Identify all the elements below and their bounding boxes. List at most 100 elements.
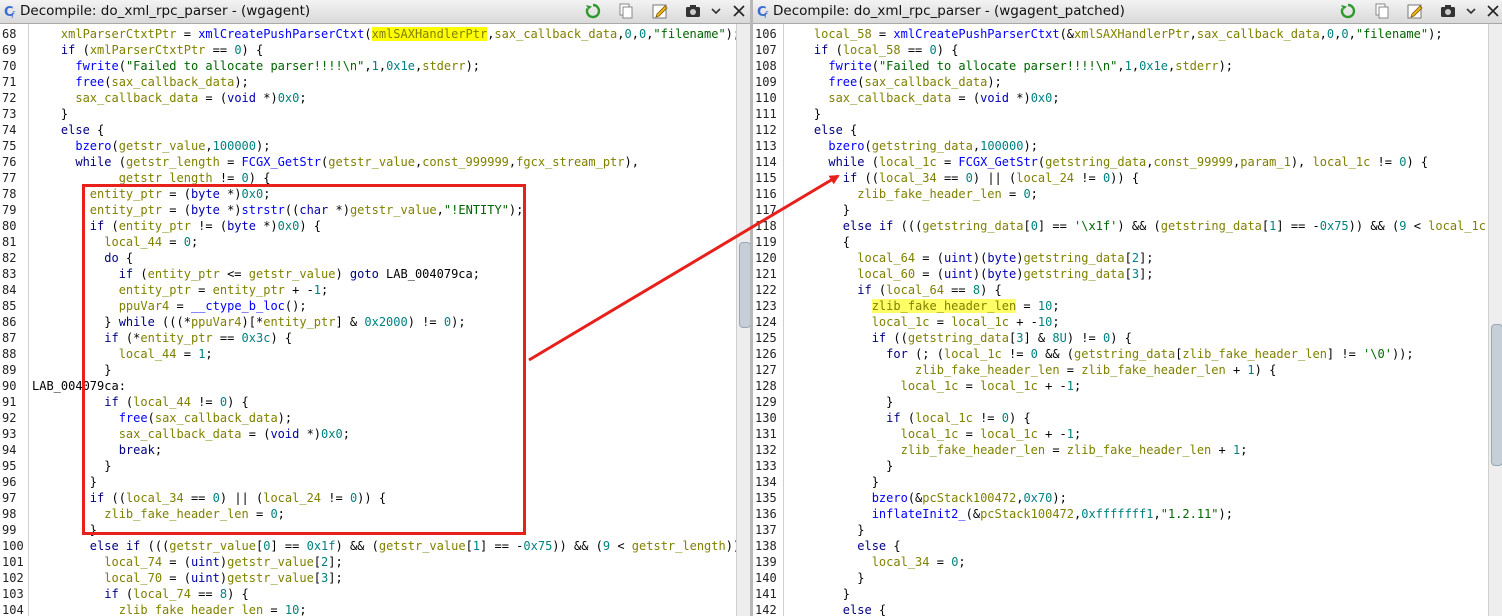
- line-number: 79: [2, 203, 17, 217]
- line-number: 126: [755, 347, 777, 361]
- line-number: 96: [2, 475, 17, 489]
- line-number: 117: [755, 203, 777, 217]
- line-number: 104: [2, 603, 24, 616]
- line-number: 128: [755, 379, 777, 393]
- code-line[interactable]: }: [785, 458, 893, 474]
- code-line[interactable]: if (local_58 == 0) {: [785, 42, 959, 58]
- code-line[interactable]: else if (((getstring_data[0] == '\x1f') …: [785, 218, 1501, 234]
- code-line[interactable]: fwrite("Failed to allocate parser!!!!\n"…: [32, 58, 480, 74]
- line-number: 139: [755, 555, 777, 569]
- code-line[interactable]: }: [785, 106, 821, 122]
- code-line[interactable]: {: [785, 234, 850, 250]
- close-icon[interactable]: [1484, 2, 1502, 20]
- refresh-icon[interactable]: [1339, 2, 1357, 20]
- code-line[interactable]: }: [32, 106, 68, 122]
- code-line[interactable]: local_1c = local_1c + -1;: [785, 426, 1082, 442]
- menu-chevron-icon[interactable]: [707, 2, 725, 20]
- code-line[interactable]: if ((local_34 == 0) || (local_24 != 0)) …: [785, 170, 1139, 186]
- line-number: 97: [2, 491, 17, 505]
- snapshot-icon[interactable]: [1439, 2, 1457, 20]
- code-line[interactable]: else {: [785, 538, 900, 554]
- code-line[interactable]: while (getstr_length = FCGX_GetStr(getst…: [32, 154, 639, 170]
- code-line[interactable]: zlib_fake_header_len = 0;: [785, 186, 1038, 202]
- code-line[interactable]: if ((getstring_data[3] & 8U) != 0) {: [785, 330, 1132, 346]
- line-number: 123: [755, 299, 777, 313]
- code-line[interactable]: }: [785, 570, 864, 586]
- line-number: 92: [2, 411, 17, 425]
- close-icon[interactable]: [730, 2, 748, 20]
- code-line[interactable]: if (local_64 == 8) {: [785, 282, 1002, 298]
- line-number: 89: [2, 363, 17, 377]
- code-line[interactable]: }: [785, 586, 850, 602]
- code-line[interactable]: bzero(getstring_data,100000);: [785, 138, 1038, 154]
- code-line[interactable]: local_58 = xmlCreatePushParserCtxt(&xmlS…: [785, 26, 1443, 42]
- code-line[interactable]: }: [785, 474, 879, 490]
- line-number: 113: [755, 139, 777, 153]
- edit-icon[interactable]: [651, 2, 669, 20]
- code-line[interactable]: sax_callback_data = (void *)0x0;: [785, 90, 1059, 106]
- line-number: 110: [755, 91, 777, 105]
- line-number: 140: [755, 571, 777, 585]
- code-line[interactable]: else {: [32, 122, 104, 138]
- code-line[interactable]: bzero(getstr_value,100000);: [32, 138, 270, 154]
- line-number: 98: [2, 507, 17, 521]
- line-number: 141: [755, 587, 777, 601]
- line-number: 124: [755, 315, 777, 329]
- code-line[interactable]: bzero(&pcStack100472,0x70);: [785, 490, 1067, 506]
- code-line[interactable]: }: [785, 522, 864, 538]
- code-line[interactable]: local_1c = local_1c + -10;: [785, 314, 1060, 330]
- code-line[interactable]: local_60 = (uint)(byte)getstring_data[3]…: [785, 266, 1153, 282]
- code-line[interactable]: }: [785, 202, 850, 218]
- code-line[interactable]: if (local_1c != 0) {: [785, 410, 1031, 426]
- menu-chevron-icon[interactable]: [1462, 2, 1480, 20]
- line-number: 102: [2, 571, 24, 585]
- code-line[interactable]: zlib_fake_header_len = 10;: [785, 298, 1060, 314]
- refresh-icon[interactable]: [584, 2, 602, 20]
- line-number: 76: [2, 155, 17, 169]
- code-line[interactable]: zlib_fake_header_len = zlib_fake_header_…: [785, 442, 1248, 458]
- line-number: 131: [755, 427, 777, 441]
- code-line[interactable]: else {: [785, 602, 886, 616]
- edit-icon[interactable]: [1406, 2, 1424, 20]
- code-line[interactable]: local_74 = (uint)getstr_value[2];: [32, 554, 342, 570]
- code-line[interactable]: else {: [785, 122, 857, 138]
- copy-icon[interactable]: [617, 2, 635, 20]
- line-number: 106: [755, 27, 777, 41]
- line-number: 112: [755, 123, 777, 137]
- code-line[interactable]: local_34 = 0;: [785, 554, 966, 570]
- snapshot-icon[interactable]: [684, 2, 702, 20]
- code-line[interactable]: while (local_1c = FCGX_GetStr(getstring_…: [785, 154, 1428, 170]
- line-number: 95: [2, 459, 17, 473]
- vertical-scrollbar[interactable]: [1488, 24, 1502, 616]
- line-number: 125: [755, 331, 777, 345]
- code-line[interactable]: if (xmlParserCtxtPtr == 0) {: [32, 42, 263, 58]
- copy-icon[interactable]: [1373, 2, 1391, 20]
- code-line[interactable]: zlib_fake_header_len = 10;: [32, 602, 307, 616]
- code-line[interactable]: xmlParserCtxtPtr = xmlCreatePushParserCt…: [32, 26, 740, 42]
- scrollbar-thumb[interactable]: [1491, 324, 1502, 466]
- code-line[interactable]: local_64 = (uint)(byte)getstring_data[2]…: [785, 250, 1153, 266]
- code-line[interactable]: for (; (local_1c != 0 && (getstring_data…: [785, 346, 1413, 362]
- code-line[interactable]: else if (((getstr_value[0] == 0x1f) && (…: [32, 538, 751, 554]
- line-number: 111: [755, 107, 777, 121]
- code-line[interactable]: zlib_fake_header_len = zlib_fake_header_…: [785, 362, 1276, 378]
- line-number: 109: [755, 75, 777, 89]
- line-number: 88: [2, 347, 17, 361]
- line-number: 86: [2, 315, 17, 329]
- code-line[interactable]: if (local_74 == 8) {: [32, 586, 249, 602]
- line-number: 115: [755, 171, 777, 185]
- code-line[interactable]: free(sax_callback_data);: [32, 74, 248, 90]
- code-line[interactable]: fwrite("Failed to allocate parser!!!!\n"…: [785, 58, 1233, 74]
- code-line[interactable]: sax_callback_data = (void *)0x0;: [32, 90, 306, 106]
- code-line[interactable]: inflateInit2_(&pcStack100472,0xfffffff1,…: [785, 506, 1233, 522]
- code-view[interactable]: 106 local_58 = xmlCreatePushParserCtxt(&…: [753, 24, 1500, 616]
- code-line[interactable]: local_1c = local_1c + -1;: [785, 378, 1082, 394]
- code-line[interactable]: free(sax_callback_data);: [785, 74, 1001, 90]
- line-number: 122: [755, 283, 777, 297]
- code-line[interactable]: local_70 = (uint)getstr_value[3];: [32, 570, 342, 586]
- line-number: 99: [2, 523, 17, 537]
- vertical-scrollbar[interactable]: [736, 24, 751, 616]
- code-line[interactable]: }: [785, 394, 893, 410]
- line-number: 116: [755, 187, 777, 201]
- svg-text:f: f: [11, 11, 16, 19]
